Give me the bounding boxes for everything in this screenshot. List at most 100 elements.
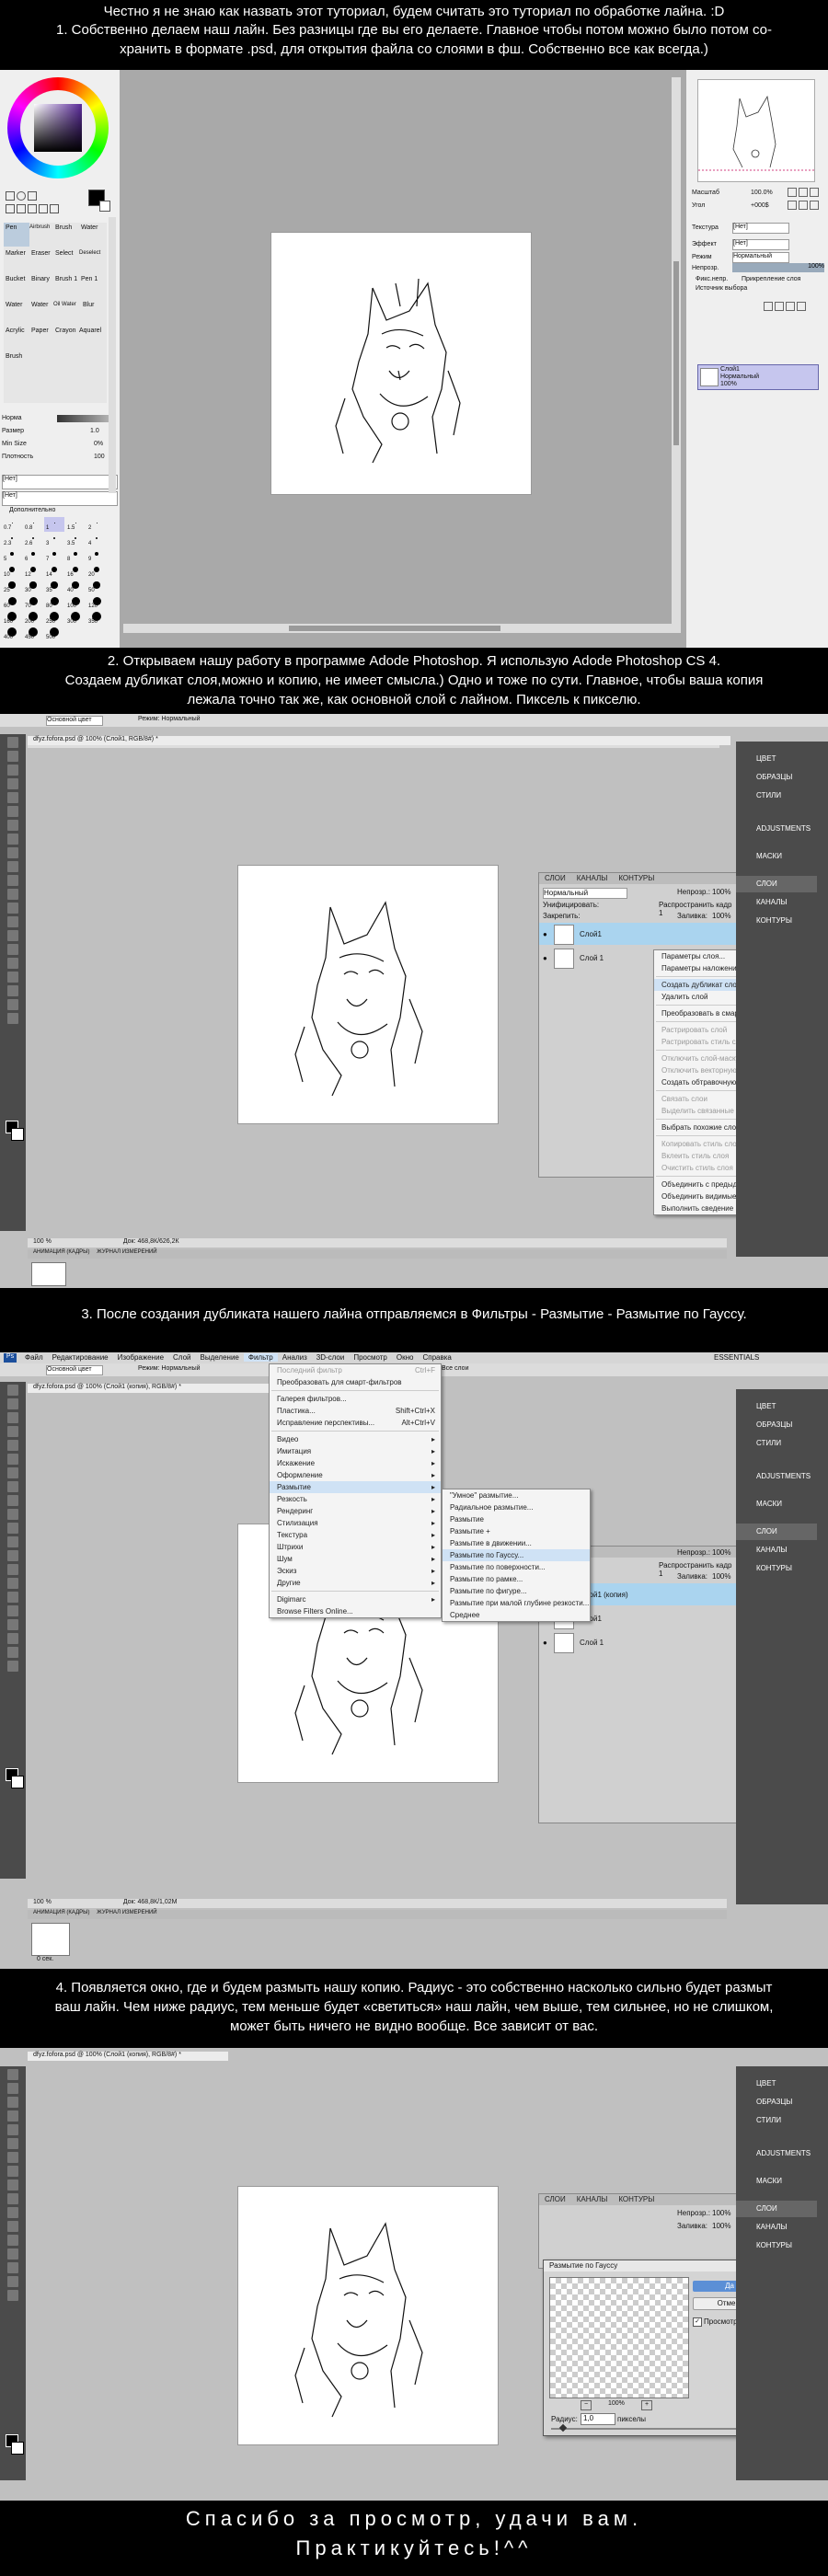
brush-tool[interactable]: Water — [81, 224, 98, 231]
fill-value[interactable]: 100% — [712, 1572, 730, 1581]
brush-size-cell[interactable]: 14 — [44, 564, 64, 579]
brush-tool[interactable]: Acrylic — [6, 328, 25, 334]
panel-button-color[interactable]: ЦВЕТ — [736, 2076, 817, 2092]
brush-size-cell[interactable]: 8 — [65, 548, 86, 563]
zoom-in-button[interactable]: + — [641, 2400, 652, 2410]
panel-button-layers[interactable]: СЛОИ — [736, 2201, 817, 2217]
layer-row[interactable]: Слой1 Нормальный 100% — [697, 364, 819, 390]
rotate-reset-button[interactable] — [810, 201, 819, 210]
shape-tool-icon[interactable] — [7, 1619, 18, 1630]
advanced-checkbox-label[interactable]: Дополнительно — [9, 507, 55, 513]
opacity-slider[interactable]: 100% — [732, 263, 824, 272]
drawing-canvas[interactable] — [270, 232, 532, 495]
filter-menu-item[interactable]: Текстура ▸ — [270, 1529, 441, 1541]
panel-button-layers[interactable]: СЛОИ — [736, 1524, 817, 1540]
brush-size-cell[interactable]: 5 — [2, 548, 22, 563]
move-tool-icon[interactable] — [7, 1385, 18, 1396]
opacity-value[interactable]: 100% — [712, 888, 730, 896]
blur-menu-item[interactable]: Размытие по поверхности... — [443, 1561, 590, 1573]
filter-menu-item[interactable]: Рендеринг ▸ — [270, 1505, 441, 1517]
zoom-out-button[interactable] — [799, 188, 808, 197]
menubar-item[interactable]: Анализ — [278, 1353, 312, 1362]
zoom-tool-icon[interactable] — [7, 1013, 18, 1024]
rotate-left-button[interactable] — [788, 201, 797, 210]
brush-size-cell[interactable]: 2.6 — [23, 533, 43, 547]
brush-tool[interactable]: Marker — [6, 250, 26, 257]
menubar-item[interactable]: Файл — [20, 1353, 48, 1362]
min-size-value[interactable]: 0% — [94, 441, 103, 447]
hand-tool-icon[interactable] — [7, 1647, 18, 1658]
crop-tool-icon[interactable] — [7, 1440, 18, 1451]
panel-button-color[interactable]: ЦВЕТ — [736, 751, 817, 767]
brush-size-cell[interactable]: 2 — [86, 517, 107, 532]
blur-menu-item[interactable]: Радиальное размытие... — [443, 1501, 590, 1513]
lock-opacity-checkbox[interactable]: Фикс.непр. — [696, 276, 728, 282]
blur-menu-item[interactable]: Размытие по рамке... — [443, 1573, 590, 1585]
workspace-switcher[interactable]: ESSENTIALS — [714, 1353, 759, 1362]
brush-size-cell[interactable]: 450 — [23, 627, 43, 641]
filter-menu-item[interactable]: Digimarc ▸ — [270, 1593, 441, 1605]
all-layers-checkbox[interactable]: Все слои — [442, 1365, 468, 1372]
blur-menu-item[interactable]: Размытие при малой глубине резкости... — [443, 1597, 590, 1609]
panel-button-color[interactable]: ЦВЕТ — [736, 1398, 817, 1415]
panel-button-swatches[interactable]: ОБРАЗЦЫ — [736, 2094, 817, 2110]
brush-tool[interactable]: Paper — [31, 328, 49, 334]
animation-frame[interactable] — [31, 1923, 70, 1956]
source-select[interactable]: Основной цвет — [46, 716, 103, 726]
tab-layers[interactable]: СЛОИ — [539, 873, 571, 883]
path-select-icon[interactable] — [7, 2290, 18, 2301]
brush-tool[interactable]: Blur — [83, 302, 94, 308]
panel-button-swatches[interactable]: ОБРАЗЦЫ — [736, 769, 817, 786]
delete-layer-button[interactable] — [797, 302, 806, 311]
rotate-right-button[interactable] — [799, 201, 808, 210]
filter-menu-item[interactable]: Штрихи ▸ — [270, 1541, 441, 1553]
brush-size-cell[interactable]: 0.8 — [23, 517, 43, 532]
opacity-value[interactable]: 100% — [712, 2209, 730, 2217]
pen-tool-icon[interactable] — [7, 930, 18, 941]
brush-tool[interactable]: Aquarel — [79, 328, 101, 334]
menubar-item[interactable]: Слой — [168, 1353, 195, 1362]
filter-menu-item[interactable]: Преобразовать для смарт-фильтров — [270, 1376, 441, 1388]
effect-select[interactable]: [Нет] — [732, 239, 789, 250]
merge-layer-button[interactable] — [786, 302, 795, 311]
panel-button-masks[interactable]: МАСКИ — [736, 848, 817, 865]
filter-menu-item[interactable]: Пластика... Shift+Ctrl+X — [270, 1405, 441, 1417]
layer-row[interactable]: ● Слой1 — [539, 923, 737, 945]
tab-channels[interactable]: КАНАЛЫ — [571, 2194, 614, 2204]
blur-menu-item[interactable]: Размытие по фигуре... — [443, 1585, 590, 1597]
panel-button-styles[interactable]: СТИЛИ — [736, 2112, 817, 2129]
brush-size-cell[interactable]: 350 — [86, 611, 107, 626]
tab-animation[interactable]: АНИМАЦИЯ (КАДРЫ) — [28, 1249, 95, 1255]
3d-rotate-icon[interactable] — [7, 1633, 18, 1644]
magic-wand-icon[interactable] — [7, 2110, 18, 2122]
eye-icon[interactable]: ● — [543, 954, 547, 962]
panel-button-adjustments[interactable]: ADJUSTMENTS — [736, 2145, 817, 2162]
lasso-tool-icon[interactable] — [7, 1412, 18, 1423]
type-tool-icon[interactable] — [7, 1592, 18, 1603]
brush-size-cell[interactable]: 200 — [23, 611, 43, 626]
brush-size-cell[interactable]: 4 — [86, 533, 107, 547]
background-color[interactable] — [11, 2442, 24, 2455]
brush-size-cell[interactable]: 10 — [2, 564, 22, 579]
tab-layers[interactable]: СЛОИ — [539, 2194, 571, 2204]
panel-button-channels[interactable]: КАНАЛЫ — [736, 2219, 817, 2236]
document-canvas[interactable] — [237, 2186, 499, 2445]
zoom-tool-icon[interactable] — [17, 204, 26, 213]
eye-icon[interactable]: ● — [543, 1639, 547, 1647]
document-tab[interactable]: dfyz.fofora.psd @ 100% (Слой1 (копия), R… — [28, 1384, 274, 1393]
brush-tool[interactable]: Deselect — [79, 250, 100, 256]
brush-size-cell[interactable]: 0.7 — [2, 517, 22, 532]
brush-tool[interactable]: Airbrush — [29, 224, 50, 230]
panel-button-channels[interactable]: КАНАЛЫ — [736, 1542, 817, 1558]
brush-tool[interactable]: Oil Water — [53, 302, 76, 307]
menu-item-gaussian-blur[interactable]: Размытие по Гауссу... — [443, 1549, 590, 1561]
brush-tool-icon[interactable] — [7, 1481, 18, 1492]
size-value[interactable]: 1.0 — [90, 428, 99, 434]
brush-tool[interactable]: Crayon — [55, 328, 76, 334]
panel-button-channels[interactable]: КАНАЛЫ — [736, 894, 817, 911]
filter-menu-item[interactable]: Другие ▸ — [270, 1577, 441, 1589]
gradient-tool-icon[interactable] — [7, 1536, 18, 1547]
filter-menu-item[interactable]: Шум ▸ — [270, 1553, 441, 1565]
brush-size-cell[interactable]: 16 — [65, 564, 86, 579]
blur-menu-item[interactable]: Размытие — [443, 1513, 590, 1525]
